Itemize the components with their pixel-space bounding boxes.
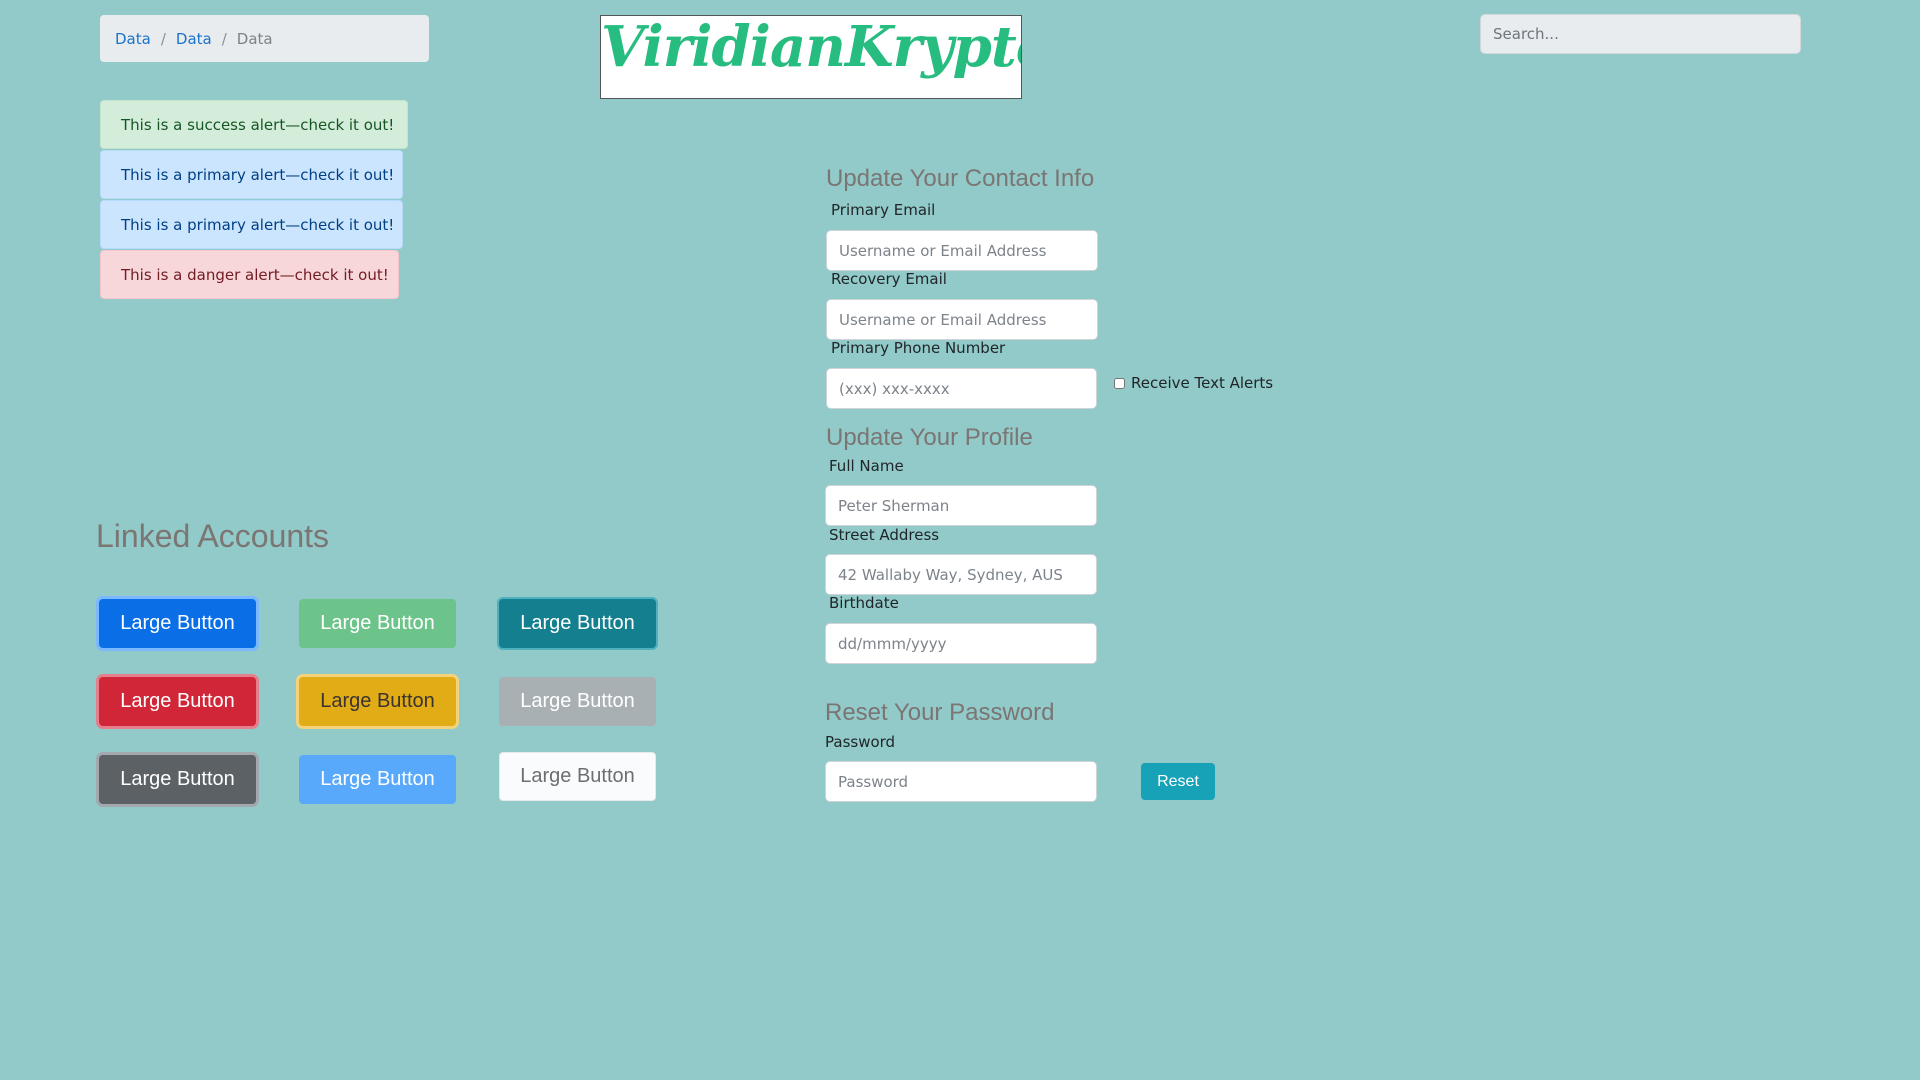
breadcrumb-current: Data: [236, 29, 273, 48]
birthdate-label: Birthdate: [829, 594, 899, 612]
primary-alert: This is a primary alert—check it out!: [100, 150, 403, 199]
recovery-email-label: Recovery Email: [831, 270, 947, 288]
logo-text: ViridianKrypton: [601, 15, 1021, 80]
text-alerts-checkbox[interactable]: [1114, 377, 1125, 389]
breadcrumb-separator: /: [160, 29, 166, 48]
large-button-warning[interactable]: Large Button: [299, 677, 456, 726]
password-field[interactable]: [825, 761, 1097, 802]
text-alerts-option: Receive Text Alerts: [1114, 374, 1273, 392]
large-button-dark[interactable]: Large Button: [99, 755, 256, 804]
recovery-email-field[interactable]: [826, 299, 1098, 340]
large-button-light[interactable]: Large Button: [499, 752, 656, 801]
full-name-label: Full Name: [829, 457, 904, 475]
breadcrumb: Data / Data / Data: [100, 15, 429, 62]
primary-email-label: Primary Email: [831, 201, 936, 219]
street-address-label: Street Address: [829, 526, 940, 544]
street-address-field[interactable]: [825, 554, 1097, 595]
breadcrumb-separator: /: [221, 29, 227, 48]
reset-button[interactable]: Reset: [1141, 763, 1215, 800]
large-button-secondary[interactable]: Large Button: [499, 677, 656, 726]
contact-info-heading: Update Your Contact Info: [826, 165, 1095, 192]
success-alert: This is a success alert—check it out!: [100, 100, 408, 149]
phone-label: Primary Phone Number: [831, 339, 1006, 357]
full-name-field[interactable]: [825, 485, 1097, 526]
linked-accounts-title: Linked Accounts: [96, 518, 330, 554]
phone-field[interactable]: [826, 368, 1097, 409]
danger-alert: This is a danger alert—check it out!: [100, 250, 399, 299]
breadcrumb-link-2[interactable]: Data: [176, 30, 212, 48]
reset-password-heading: Reset Your Password: [825, 699, 1055, 726]
search-input[interactable]: [1480, 14, 1801, 54]
breadcrumb-link-1[interactable]: Data: [115, 30, 151, 48]
birthdate-field[interactable]: [825, 623, 1097, 664]
primary-alert: This is a primary alert—check it out!: [100, 200, 403, 249]
large-button-light-blue[interactable]: Large Button: [299, 755, 456, 804]
large-button-danger[interactable]: Large Button: [99, 677, 256, 726]
logo: ViridianKrypton: [600, 15, 1022, 99]
large-button-success[interactable]: Large Button: [299, 599, 456, 648]
password-label: Password: [825, 733, 896, 751]
text-alerts-label: Receive Text Alerts: [1131, 374, 1274, 392]
primary-email-field[interactable]: [826, 230, 1098, 271]
large-button-primary[interactable]: Large Button: [99, 599, 256, 648]
large-button-info[interactable]: Large Button: [499, 599, 656, 648]
profile-heading: Update Your Profile: [826, 424, 1033, 451]
